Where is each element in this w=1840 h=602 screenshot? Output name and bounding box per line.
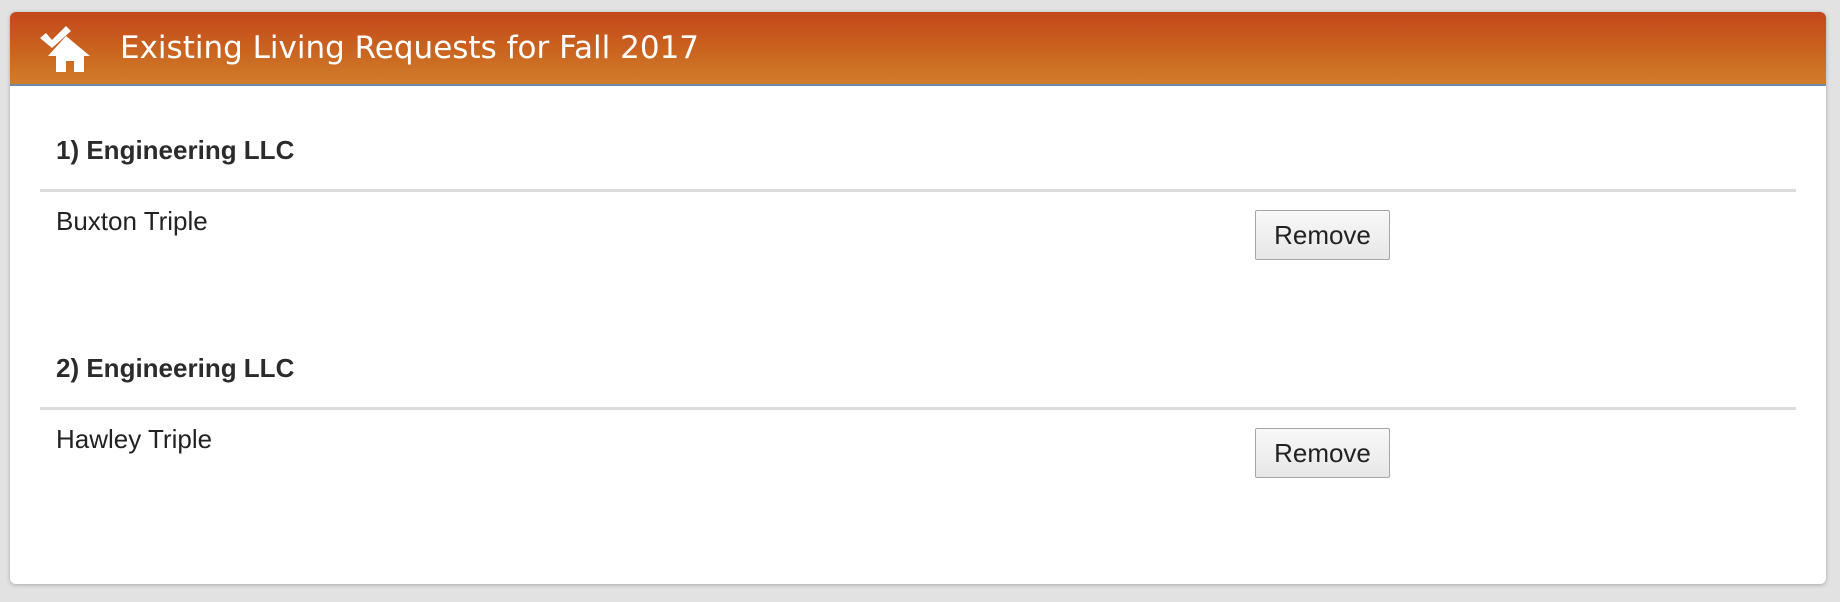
living-requests-panel: Existing Living Requests for Fall 2017 1… (10, 12, 1826, 584)
request-item: 2) Engineering LLC Hawley Triple Remove (40, 348, 1796, 490)
remove-button[interactable]: Remove (1255, 428, 1390, 478)
house-check-icon (40, 26, 90, 72)
request-heading: 2) Engineering LLC (40, 348, 1796, 410)
room-name: Hawley Triple (56, 424, 213, 454)
remove-button[interactable]: Remove (1255, 210, 1390, 260)
panel-header: Existing Living Requests for Fall 2017 (10, 12, 1826, 86)
request-heading: 1) Engineering LLC (40, 130, 1796, 192)
page-title: Existing Living Requests for Fall 2017 (120, 30, 700, 66)
request-item: 1) Engineering LLC Buxton Triple Remove (40, 130, 1796, 272)
request-row: Hawley Triple Remove (40, 410, 1796, 490)
request-row: Buxton Triple Remove (40, 192, 1796, 272)
room-name: Buxton Triple (56, 206, 208, 236)
